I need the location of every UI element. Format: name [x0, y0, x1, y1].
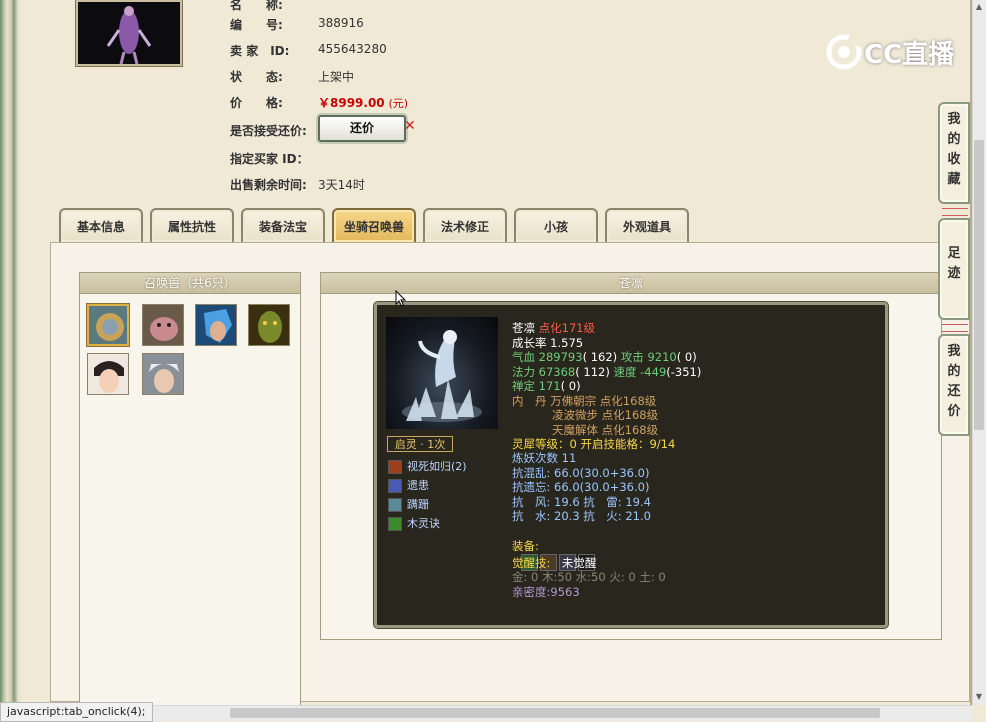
cc-live-logo: CC直播 — [826, 32, 956, 72]
mp-spd-line: 法力 67368( 112) 速度 -449(-351) — [512, 365, 702, 379]
pet-icon-5[interactable] — [87, 353, 129, 395]
pet-icon-1[interactable] — [87, 304, 129, 346]
lianyao-line: 炼妖次数 11 — [512, 451, 577, 465]
scroll-up-arrow-icon[interactable]: ▲ — [972, 0, 986, 14]
seller-label: 卖 家 ID: — [230, 44, 290, 58]
neidan-line: 天魔解体 点化168级 — [552, 423, 659, 437]
pet-list-title: 召唤兽（共6只） — [80, 273, 300, 294]
hp-atk-line: 气血 289793( 162) 攻击 9210( 0) — [512, 350, 697, 364]
growth-line: 成长率 1.575 — [512, 336, 584, 350]
status-value: 上架中 — [318, 70, 355, 84]
mouse-cursor-icon — [395, 290, 407, 307]
resist-line: 抗遗忘: 66.0(30.0+36.0) — [512, 480, 650, 494]
serial-label: 编 号: — [230, 18, 283, 32]
cc-logo-icon — [826, 34, 862, 70]
neidan-line: 凌波微步 点化168级 — [552, 408, 659, 422]
name-label: 名 称: — [230, 0, 283, 12]
awaken-badge: 启灵 · 1次 — [387, 436, 453, 452]
remain-time-value: 3天14时 — [318, 178, 365, 192]
lingxi-line: 灵犀等级：0 开启技能格：9/14 — [512, 437, 676, 451]
price-value: ￥8999.00 (元) — [318, 96, 409, 110]
counter-offer-button[interactable]: 还价 — [318, 115, 406, 142]
side-tab-my-offers[interactable]: 我的还价 — [938, 334, 970, 436]
scroll-down-arrow-icon[interactable]: ▼ — [972, 690, 986, 704]
pet-icon-6[interactable] — [142, 353, 184, 395]
tab-equipment[interactable]: 装备法宝 — [241, 208, 325, 242]
price-label: 价 格: — [230, 96, 283, 110]
buyer-id-label: 指定买家 ID： — [230, 152, 309, 166]
elements-line: 金: 0 木:50 水:50 火: 0 土: 0 — [512, 570, 666, 584]
resist-line: 抗 水: 20.3 抗 火: 21.0 — [512, 509, 651, 523]
tab-mounts-pets[interactable]: 坐骑召唤兽 — [332, 208, 416, 242]
pet-detail-title: 苍凛 — [321, 273, 941, 294]
pet-name-line: 苍凛 点化171级 — [512, 321, 596, 335]
counter-offer-label: 是否接受还价: — [230, 124, 307, 138]
tab-attributes[interactable]: 属性抗性 — [150, 208, 234, 242]
pet-icon-3[interactable] — [195, 304, 237, 346]
serial-value: 388916 — [318, 16, 364, 30]
side-tab-footprint[interactable]: 足迹 — [938, 218, 970, 320]
skill-curse-icon — [388, 479, 402, 493]
skill-item[interactable]: 视死如归(2) — [388, 459, 467, 475]
skill-fire-icon — [388, 460, 402, 474]
tab-spell-mods[interactable]: 法术修正 — [423, 208, 507, 242]
resist-line: 抗 风: 19.6 抗 雷: 19.4 — [512, 495, 651, 509]
tab-children[interactable]: 小孩 — [514, 208, 598, 242]
character-avatar — [75, 0, 183, 67]
side-tab-divider — [942, 324, 968, 332]
skill-item[interactable]: 蹒跚 — [388, 497, 429, 513]
status-label: 状 态: — [230, 70, 283, 84]
intimacy-line: 亲密度:9563 — [512, 585, 580, 599]
tab-appearance[interactable]: 外观道具 — [605, 208, 689, 242]
skill-item[interactable]: 遗患 — [388, 478, 429, 494]
browser-status-bar: javascript:tab_onclick(4); — [0, 702, 153, 722]
seller-value: 455643280 — [318, 42, 387, 56]
side-tab-favorites[interactable]: 我的收藏 — [938, 102, 970, 204]
vertical-scroll-thumb[interactable] — [974, 140, 984, 430]
horizontal-scroll-thumb[interactable] — [230, 708, 880, 718]
skill-slow-icon — [388, 498, 402, 512]
skill-item[interactable]: 木灵诀 — [388, 516, 440, 532]
neidan-line: 内 丹 万佛朝宗 点化168级 — [512, 394, 657, 408]
pet-icon-2[interactable] — [142, 304, 184, 346]
skill-wood-icon — [388, 517, 402, 531]
tab-basic-info[interactable]: 基本信息 — [59, 208, 143, 242]
remain-time-label: 出售剩余时间: — [230, 178, 307, 192]
side-tab-divider — [942, 208, 968, 216]
resist-line: 抗混乱: 66.0(30.0+36.0) — [512, 466, 650, 480]
close-icon[interactable]: ✕ — [404, 118, 416, 134]
pet-icon-4[interactable] — [248, 304, 290, 346]
awaken-line: 觉醒技: 未觉醒 — [512, 556, 597, 570]
pet-portrait — [386, 317, 498, 429]
left-frame-border — [0, 0, 22, 720]
def-line: 禅定 171( 0) — [512, 379, 581, 393]
